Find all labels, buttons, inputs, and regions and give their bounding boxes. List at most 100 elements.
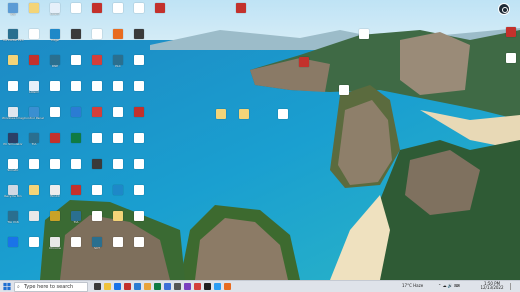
taskbar-app-icon[interactable] [224, 283, 231, 290]
desktop-icon[interactable] [107, 106, 129, 131]
desktop-icon[interactable] [65, 54, 87, 79]
desktop-icon[interactable] [107, 80, 129, 105]
desktop-icon[interactable] [107, 158, 129, 183]
desktop-icon[interactable]: SCT [86, 236, 108, 261]
desktop-icon[interactable] [293, 56, 315, 81]
desktop-icon[interactable] [86, 158, 108, 183]
desktop-icon[interactable] [86, 210, 108, 235]
desktop-icon[interactable] [128, 80, 150, 105]
desktop-icon[interactable] [44, 210, 66, 235]
taskbar-app-icon[interactable] [144, 283, 151, 290]
desktop-icon[interactable] [65, 80, 87, 105]
desktop-icon[interactable] [233, 108, 255, 133]
desktop-icon[interactable] [86, 132, 108, 157]
desktop-icon[interactable] [128, 2, 150, 27]
desktop-icon[interactable] [65, 236, 87, 261]
desktop-icon[interactable] [149, 2, 171, 27]
desktop-icon[interactable] [44, 80, 66, 105]
desktop-icon[interactable] [107, 132, 129, 157]
desktop-icon[interactable] [128, 184, 150, 209]
desktop-icon[interactable] [65, 158, 87, 183]
desktop-icon[interactable]: TIA V16 [2, 210, 24, 235]
desktop-icon[interactable] [44, 158, 66, 183]
desktop-icon[interactable] [23, 236, 45, 261]
desktop-icon[interactable] [86, 28, 108, 53]
taskbar-app-icon[interactable] [204, 283, 211, 290]
desktop-icon[interactable]: LOGO! [23, 80, 45, 105]
taskbar-app-icon[interactable] [104, 283, 111, 290]
notification-icon[interactable] [510, 283, 517, 290]
desktop-icon[interactable] [23, 54, 45, 79]
desktop-icon[interactable] [107, 184, 129, 209]
desktop-icon[interactable] [353, 28, 375, 53]
desktop-icon[interactable] [128, 158, 150, 183]
desktop-icon[interactable] [44, 106, 66, 131]
desktop-icon[interactable]: PC Simulator [2, 132, 24, 157]
desktop-icon[interactable] [23, 158, 45, 183]
desktop-icon[interactable]: Simatic [2, 158, 24, 183]
windows-start-icon[interactable] [2, 282, 12, 291]
desktop-icon[interactable]: Recycle Bin [2, 184, 24, 209]
desktop-icon[interactable]: TIA Portal V15 [2, 28, 24, 53]
desktop-icon[interactable] [107, 210, 129, 235]
desktop-icon[interactable] [65, 184, 87, 209]
taskbar-app-icon[interactable] [194, 283, 201, 290]
desktop-icon[interactable]: ayy [2, 2, 24, 27]
desktop-icon[interactable] [272, 108, 294, 133]
taskbar-app-icon[interactable] [164, 283, 171, 290]
taskbar-app-icon[interactable] [184, 283, 191, 290]
desktop-icon[interactable] [128, 28, 150, 53]
taskbar-app-icon[interactable] [174, 283, 181, 290]
desktop-icon[interactable] [210, 108, 232, 133]
desktop-icon[interactable] [333, 84, 355, 109]
desktop-icon[interactable] [23, 2, 45, 27]
desktop-icon[interactable] [86, 106, 108, 131]
taskbar-app-icon[interactable] [214, 283, 221, 290]
desktop-icon[interactable] [65, 2, 87, 27]
desktop-icon[interactable] [500, 52, 520, 77]
desktop-icon[interactable] [86, 2, 108, 27]
weather-readout[interactable]: 17°C Haze [402, 284, 423, 288]
system-tray-icons[interactable]: ⌃ ☁ 🔊 ⌨ [438, 284, 460, 288]
desktop-icon[interactable] [107, 2, 129, 27]
desktop-icon[interactable]: PLC [107, 54, 129, 79]
taskbar-search-input[interactable]: ⌕ Type here to search [14, 282, 88, 292]
desktop-icon[interactable]: Chrome [44, 236, 66, 261]
desktop-icon[interactable] [230, 2, 252, 27]
desktop-icon[interactable] [2, 54, 24, 79]
desktop-icon[interactable] [128, 54, 150, 79]
desktop-icon[interactable]: TIA [65, 210, 87, 235]
desktop-icon[interactable] [65, 132, 87, 157]
taskbar-app-icon[interactable] [114, 283, 121, 290]
desktop-icon[interactable] [44, 132, 66, 157]
desktop-icon[interactable] [65, 106, 87, 131]
settings-icon[interactable] [498, 3, 510, 15]
taskbar-app-icon[interactable] [94, 283, 101, 290]
desktop-icon[interactable]: WinCC [44, 184, 66, 209]
desktop-icon[interactable] [128, 106, 150, 131]
clock[interactable]: 1:50 PM 12/13/2022 [478, 282, 506, 290]
desktop-icon[interactable] [500, 26, 520, 51]
desktop-icon[interactable]: Windows Image Viewer [2, 106, 24, 131]
taskbar-app-icon[interactable] [154, 283, 161, 290]
desktop-icon[interactable] [107, 28, 129, 53]
desktop-icon[interactable] [23, 28, 45, 53]
desktop-icon[interactable]: DNP [44, 54, 66, 79]
desktop-icon[interactable] [86, 54, 108, 79]
desktop-icon[interactable] [23, 184, 45, 209]
taskbar-app-icon[interactable] [134, 283, 141, 290]
desktop-icon[interactable] [128, 132, 150, 157]
desktop-icon[interactable]: Control Panel [23, 106, 45, 131]
desktop-icon[interactable] [107, 236, 129, 261]
desktop-icon[interactable] [23, 210, 45, 235]
desktop-icon[interactable] [128, 236, 150, 261]
desktop-icon[interactable]: TIA [23, 132, 45, 157]
desktop-icon[interactable] [128, 210, 150, 235]
desktop-icon[interactable]: LOGO! [44, 2, 66, 27]
desktop-icon[interactable] [86, 184, 108, 209]
desktop-icon[interactable] [65, 28, 87, 53]
taskbar-app-icon[interactable] [124, 283, 131, 290]
desktop-icon[interactable] [2, 236, 24, 261]
desktop-icon[interactable]: Edge [44, 28, 66, 53]
desktop-icon[interactable] [2, 80, 24, 105]
